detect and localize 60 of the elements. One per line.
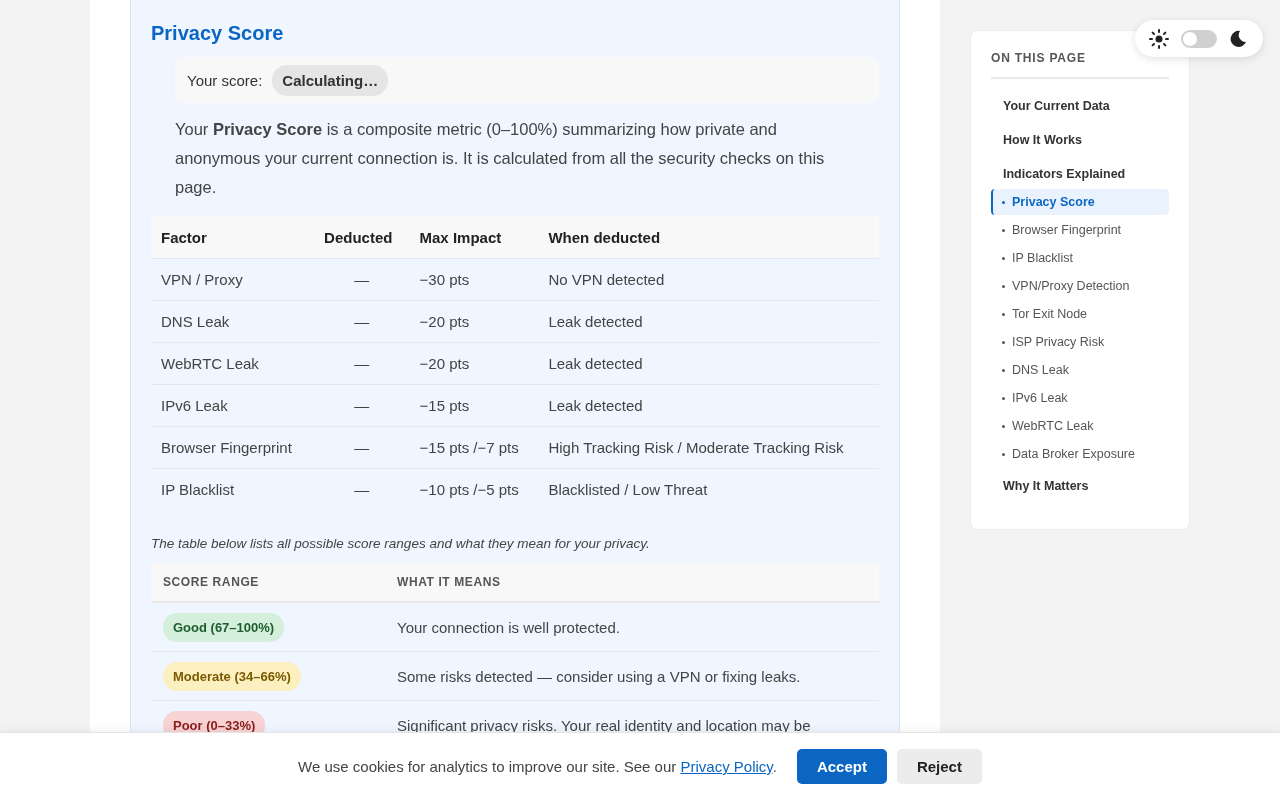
table-cell: Leak detected	[538, 300, 879, 343]
score-status-badge: Calculating…	[272, 64, 389, 96]
score-label: Your score:	[187, 71, 263, 89]
table-cell: IPv6 Leak	[151, 384, 315, 427]
toc-link[interactable]: IP Blacklist	[991, 245, 1169, 271]
section-title: Privacy Score	[151, 22, 284, 45]
toc-link[interactable]: Data Broker Exposure	[991, 441, 1169, 467]
column-header: WHAT IT MEANS	[385, 563, 879, 602]
table-cell: —	[314, 342, 410, 385]
table-cell: −10 pts /−5 pts	[409, 468, 539, 510]
toc-link[interactable]: Your Current Data	[991, 93, 1169, 119]
accept-button[interactable]: Accept	[796, 749, 887, 784]
score-range-badge: Moderate (34–66%)	[163, 661, 301, 691]
table-cell: VPN / Proxy	[151, 258, 315, 301]
table-cell: Some risks detected — consider using a VPN or fixing leaks.	[385, 651, 879, 701]
table-cell: −20 pts	[409, 342, 539, 385]
table-cell: —	[314, 258, 410, 301]
toc-link[interactable]: Privacy Score	[991, 189, 1169, 215]
column-header: When deducted	[538, 216, 879, 259]
theme-toggle-switch[interactable]	[1181, 29, 1217, 48]
toc-link[interactable]: Why It Matters	[991, 473, 1169, 499]
toc-link[interactable]: Browser Fingerprint	[991, 217, 1169, 243]
table-cell: —	[314, 426, 410, 469]
table-cell: —	[314, 300, 410, 343]
column-header: Factor	[151, 216, 315, 259]
table-cell: −20 pts	[409, 300, 539, 343]
table-cell: Browser Fingerprint	[151, 426, 315, 469]
toc-link[interactable]: ISP Privacy Risk	[991, 329, 1169, 355]
table-cell: −30 pts	[409, 258, 539, 301]
column-header: Max Impact	[409, 216, 539, 259]
cookie-message: We use cookies for analytics to improve our site. See our Privacy Policy.	[298, 758, 777, 775]
table-cell: Leak detected	[538, 342, 879, 385]
table-cell: Your connection is well protected.	[385, 602, 879, 652]
intro-paragraph: Your Privacy Score is a composite metric (0–100%) summarizing how private and anonymous your current connection is. It is calculated from all the security checks on this page.	[175, 119, 826, 198]
table-cell: —	[314, 468, 410, 510]
privacy-policy-link[interactable]: Privacy Policy	[680, 758, 773, 775]
table-cell: −15 pts	[409, 384, 539, 427]
reject-button[interactable]: Reject	[896, 749, 982, 784]
table-cell: IP Blacklist	[151, 468, 315, 510]
table-cell: WebRTC Leak	[151, 342, 315, 385]
table-cell: No VPN detected	[538, 258, 879, 301]
table-cell: −15 pts /−7 pts	[409, 426, 539, 469]
score-range-badge: Good (67–100%)	[163, 612, 285, 642]
table-cell: High Tracking Risk / Moderate Tracking Risk	[538, 426, 879, 469]
toc-link[interactable]: How It Works	[991, 127, 1169, 153]
toc-link[interactable]: Tor Exit Node	[991, 301, 1169, 327]
table-note: The table below lists all possible score ranges and what they mean for your privacy.	[151, 536, 650, 551]
sun-icon	[1149, 28, 1169, 49]
column-header: SCORE RANGE	[151, 563, 385, 602]
table-cell: —	[314, 384, 410, 427]
column-header: Deducted	[314, 216, 410, 259]
moon-icon	[1229, 29, 1247, 48]
toc-link[interactable]: VPN/Proxy Detection	[991, 273, 1169, 299]
toc-link[interactable]: WebRTC Leak	[991, 413, 1169, 439]
toc-link[interactable]: IPv6 Leak	[991, 385, 1169, 411]
toc-link[interactable]: Indicators Explained	[991, 161, 1169, 187]
table-cell: Blacklisted / Low Threat	[538, 468, 879, 510]
table-cell: Leak detected	[538, 384, 879, 427]
toc-link[interactable]: DNS Leak	[991, 357, 1169, 383]
table-cell: DNS Leak	[151, 300, 315, 343]
